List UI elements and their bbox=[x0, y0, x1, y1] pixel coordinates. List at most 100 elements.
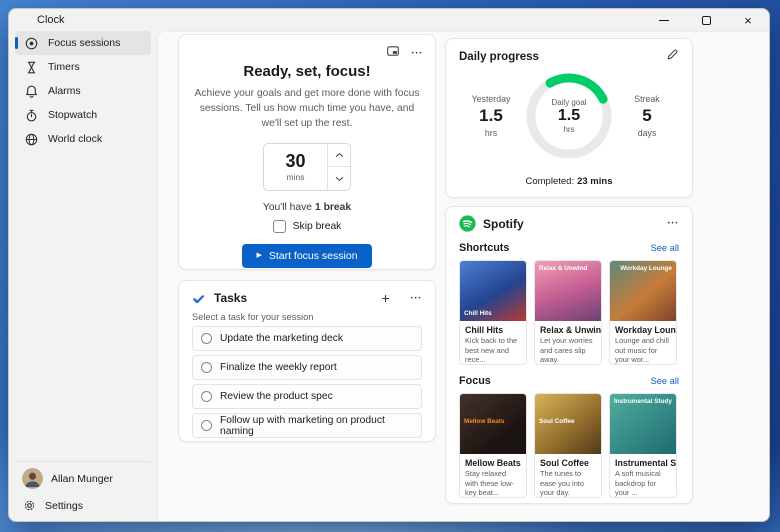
daily-goal-value: 1.5 bbox=[558, 107, 580, 125]
streak-label: Streak bbox=[621, 94, 673, 104]
settings-label: Settings bbox=[45, 500, 83, 512]
task-row[interactable]: Update the marketing deck bbox=[192, 326, 422, 351]
spotify-logo-icon bbox=[459, 215, 476, 232]
spotify-playlist-card[interactable]: Mellow Beats Mellow Beats Stay relaxed w… bbox=[459, 393, 527, 498]
more-options-icon[interactable]: ••• bbox=[668, 220, 679, 227]
start-button-label: Start focus session bbox=[269, 250, 358, 262]
playlist-art: Workday Lounge bbox=[610, 261, 676, 321]
world-clock-icon bbox=[24, 132, 39, 147]
see-all-link[interactable]: See all bbox=[651, 243, 679, 253]
gear-icon bbox=[22, 498, 37, 513]
task-radio[interactable] bbox=[201, 333, 212, 344]
task-label: Update the marketing deck bbox=[220, 333, 343, 344]
break-note-prefix: You'll have bbox=[263, 202, 312, 213]
task-radio[interactable] bbox=[201, 362, 212, 373]
see-all-link[interactable]: See all bbox=[651, 376, 679, 386]
playlist-title: Relax & Unwind bbox=[535, 321, 601, 336]
section-title-focus: Focus bbox=[459, 375, 651, 387]
sidebar-item-label: Stopwatch bbox=[48, 109, 97, 121]
break-note-count: 1 break bbox=[315, 202, 351, 213]
spotify-playlist-card[interactable]: Relax & Unwind Relax & Unwind Let your w… bbox=[534, 260, 602, 365]
playlist-art: Chill Hits bbox=[460, 261, 526, 321]
completed-label: Completed: bbox=[526, 176, 575, 187]
yesterday-stat: Yesterday 1.5 hrs bbox=[465, 94, 517, 138]
yesterday-unit: hrs bbox=[465, 128, 517, 138]
spotify-playlist-card[interactable]: Instrumental Study Instrumental Study A … bbox=[609, 393, 677, 498]
edit-goal-pencil-icon[interactable] bbox=[666, 48, 679, 66]
focus-setup-card: ••• Ready, set, focus! Achieve your goal… bbox=[178, 34, 436, 270]
sidebar-item-focus-sessions[interactable]: Focus sessions bbox=[15, 31, 151, 55]
shortcuts-tiles: Chill Hits Chill Hits Kick back to the b… bbox=[459, 260, 679, 365]
duration-decrease-button[interactable] bbox=[328, 167, 350, 190]
close-icon: × bbox=[744, 14, 752, 27]
skip-break-label: Skip break bbox=[293, 221, 342, 232]
duration-increase-button[interactable] bbox=[328, 144, 350, 168]
spotify-playlist-card[interactable]: Soul Coffee Soul Coffee The tunes to eas… bbox=[534, 393, 602, 498]
spotify-card: Spotify ••• Shortcuts See all Chill Hits… bbox=[445, 206, 693, 504]
playlist-description: The tunes to ease you into your day. bbox=[535, 469, 601, 497]
more-options-icon[interactable]: ••• bbox=[411, 295, 422, 302]
task-radio[interactable] bbox=[201, 391, 212, 402]
daily-goal-label: Daily goal bbox=[551, 98, 586, 107]
break-note: You'll have1 break bbox=[263, 202, 351, 213]
user-name: Allan Munger bbox=[51, 473, 113, 485]
section-title-shortcuts: Shortcuts bbox=[459, 242, 651, 254]
sidebar-item-label: Timers bbox=[48, 61, 80, 73]
main-content: ••• Ready, set, focus! Achieve your goal… bbox=[157, 31, 769, 521]
completed-status: Completed:23 mins bbox=[446, 176, 692, 187]
task-row[interactable]: Finalize the weekly report bbox=[192, 355, 422, 380]
close-button[interactable]: × bbox=[727, 9, 769, 31]
titlebar: Clock × bbox=[9, 9, 769, 31]
skip-break-row[interactable]: Skip break bbox=[273, 220, 342, 233]
stopwatch-icon bbox=[24, 108, 39, 123]
focus-sessions-icon bbox=[24, 36, 39, 51]
daily-progress-title: Daily progress bbox=[459, 51, 666, 63]
playlist-art-label: Workday Lounge bbox=[620, 265, 672, 272]
minimize-button[interactable] bbox=[643, 9, 685, 31]
duration-stepper: 30 mins bbox=[263, 143, 351, 191]
playlist-art-label: Soul Coffee bbox=[539, 418, 575, 425]
popout-icon[interactable] bbox=[386, 44, 400, 63]
clock-app-window: Clock × Focus sessions Timers Alarms bbox=[8, 8, 770, 522]
tasks-card: Tasks + ••• Select a task for your sessi… bbox=[178, 280, 436, 442]
playlist-title: Soul Coffee bbox=[535, 454, 601, 469]
sidebar-item-label: Focus sessions bbox=[48, 37, 120, 49]
more-options-icon[interactable]: ••• bbox=[412, 50, 423, 57]
start-focus-session-button[interactable]: ▶ Start focus session bbox=[242, 244, 371, 268]
yesterday-value: 1.5 bbox=[465, 106, 517, 126]
todo-check-icon bbox=[192, 291, 207, 306]
spotify-brand: Spotify bbox=[483, 217, 661, 231]
task-label: Follow up with marketing on product nami… bbox=[220, 415, 421, 437]
yesterday-label: Yesterday bbox=[465, 94, 517, 104]
playlist-description: Kick back to the best new and rece... bbox=[460, 336, 526, 364]
playlist-title: Instrumental Study bbox=[610, 454, 676, 469]
playlist-art-label: Mellow Beats bbox=[464, 418, 505, 425]
minimize-icon bbox=[659, 20, 669, 21]
streak-unit: days bbox=[621, 128, 673, 138]
skip-break-checkbox[interactable] bbox=[273, 220, 286, 233]
streak-value: 5 bbox=[621, 106, 673, 126]
playlist-description: A soft musical backdrop for your ... bbox=[610, 469, 676, 497]
maximize-button[interactable] bbox=[685, 9, 727, 31]
sidebar-item-stopwatch[interactable]: Stopwatch bbox=[15, 103, 151, 127]
task-row[interactable]: Review the product spec bbox=[192, 384, 422, 409]
caption-buttons: × bbox=[643, 9, 769, 31]
focus-card-description: Achieve your goals and get more done wit… bbox=[194, 87, 420, 132]
playlist-art-label: Relax & Unwind bbox=[539, 265, 587, 272]
add-task-icon[interactable]: + bbox=[381, 290, 389, 306]
spotify-playlist-card[interactable]: Chill Hits Chill Hits Kick back to the b… bbox=[459, 260, 527, 365]
task-radio[interactable] bbox=[201, 420, 212, 431]
playlist-title: Chill Hits bbox=[460, 321, 526, 336]
streak-stat: Streak 5 days bbox=[621, 94, 673, 138]
sidebar-item-timers[interactable]: Timers bbox=[15, 55, 151, 79]
sidebar-item-world-clock[interactable]: World clock bbox=[15, 127, 151, 151]
play-icon: ▶ bbox=[256, 252, 261, 259]
playlist-title: Mellow Beats bbox=[460, 454, 526, 469]
settings-item[interactable]: Settings bbox=[15, 492, 151, 519]
user-account-item[interactable]: Allan Munger bbox=[15, 465, 151, 492]
duration-unit: mins bbox=[287, 172, 305, 182]
completed-value: 23 mins bbox=[577, 176, 612, 187]
task-row[interactable]: Follow up with marketing on product nami… bbox=[192, 413, 422, 438]
spotify-playlist-card[interactable]: Workday Lounge Workday Lounge Lounge and… bbox=[609, 260, 677, 365]
sidebar-item-alarms[interactable]: Alarms bbox=[15, 79, 151, 103]
